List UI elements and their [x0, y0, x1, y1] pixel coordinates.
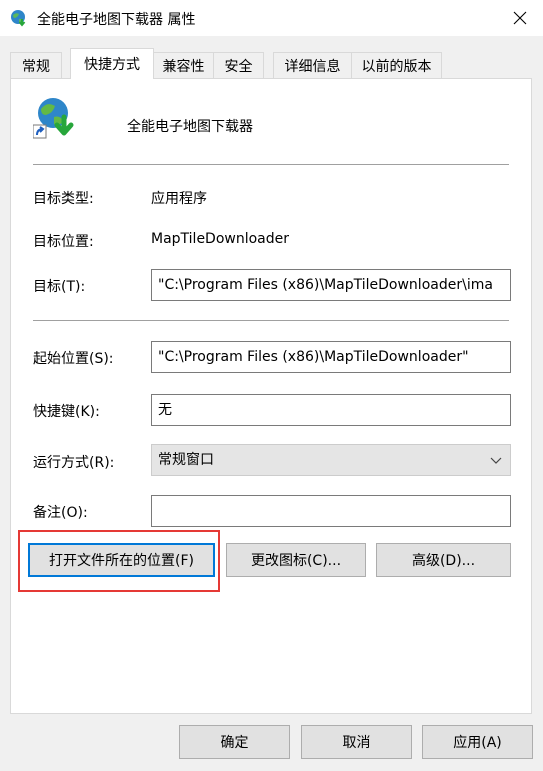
tab-previous-versions[interactable]: 以前的版本: [351, 52, 442, 78]
apply-button[interactable]: 应用(A): [422, 725, 533, 759]
window-title: 全能电子地图下载器 属性: [37, 12, 196, 28]
tab-general[interactable]: 常规: [10, 52, 62, 78]
comment-field[interactable]: [151, 495, 511, 527]
tab-compatibility[interactable]: 兼容性: [153, 52, 214, 78]
run-select-value: 常规窗口: [158, 452, 214, 468]
ok-button[interactable]: 确定: [179, 725, 290, 759]
target-label: 目标(T):: [33, 279, 86, 295]
target-field[interactable]: "C:\Program Files (x86)\MapTileDownloade…: [151, 269, 511, 301]
close-icon: [513, 11, 527, 25]
shortcut-panel: 全能电子地图下载器 目标类型: 应用程序 目标位置: MapTileDownlo…: [10, 78, 532, 714]
shortcut-app-icon: [32, 97, 75, 139]
cancel-button[interactable]: 取消: [301, 725, 412, 759]
target-location-label: 目标位置:: [33, 234, 94, 250]
target-type-value: 应用程序: [151, 191, 207, 207]
tab-label: 详细信息: [284, 58, 341, 75]
tab-details[interactable]: 详细信息: [273, 52, 352, 78]
run-select[interactable]: 常规窗口: [151, 444, 511, 476]
tab-shortcut[interactable]: 快捷方式: [70, 48, 154, 79]
tab-security[interactable]: 安全: [213, 52, 264, 78]
divider: [33, 164, 509, 165]
tab-label: 兼容性: [162, 58, 205, 75]
divider: [33, 320, 509, 321]
change-icon-button[interactable]: 更改图标(C)...: [226, 543, 366, 577]
start-in-label: 起始位置(S):: [33, 351, 114, 367]
tab-label: 快捷方式: [84, 57, 140, 73]
chevron-down-icon: [490, 457, 502, 464]
start-in-field[interactable]: "C:\Program Files (x86)\MapTileDownloade…: [151, 341, 511, 373]
target-type-label: 目标类型:: [33, 191, 94, 207]
hotkey-label: 快捷键(K):: [33, 404, 100, 420]
tab-label: 常规: [22, 58, 50, 75]
highlight-box: [18, 530, 220, 592]
run-label: 运行方式(R):: [33, 455, 115, 471]
comment-label: 备注(O):: [33, 505, 88, 521]
globe-download-icon: [10, 9, 28, 27]
title-bar: 全能电子地图下载器 属性: [0, 0, 543, 36]
target-location-value: MapTileDownloader: [151, 231, 290, 247]
tab-label: 以前的版本: [361, 58, 432, 75]
hotkey-field[interactable]: 无: [151, 394, 511, 426]
close-button[interactable]: [497, 0, 543, 36]
advanced-button[interactable]: 高级(D)...: [376, 543, 511, 577]
shortcut-name: 全能电子地图下载器: [127, 119, 253, 135]
tab-label: 安全: [224, 58, 253, 75]
